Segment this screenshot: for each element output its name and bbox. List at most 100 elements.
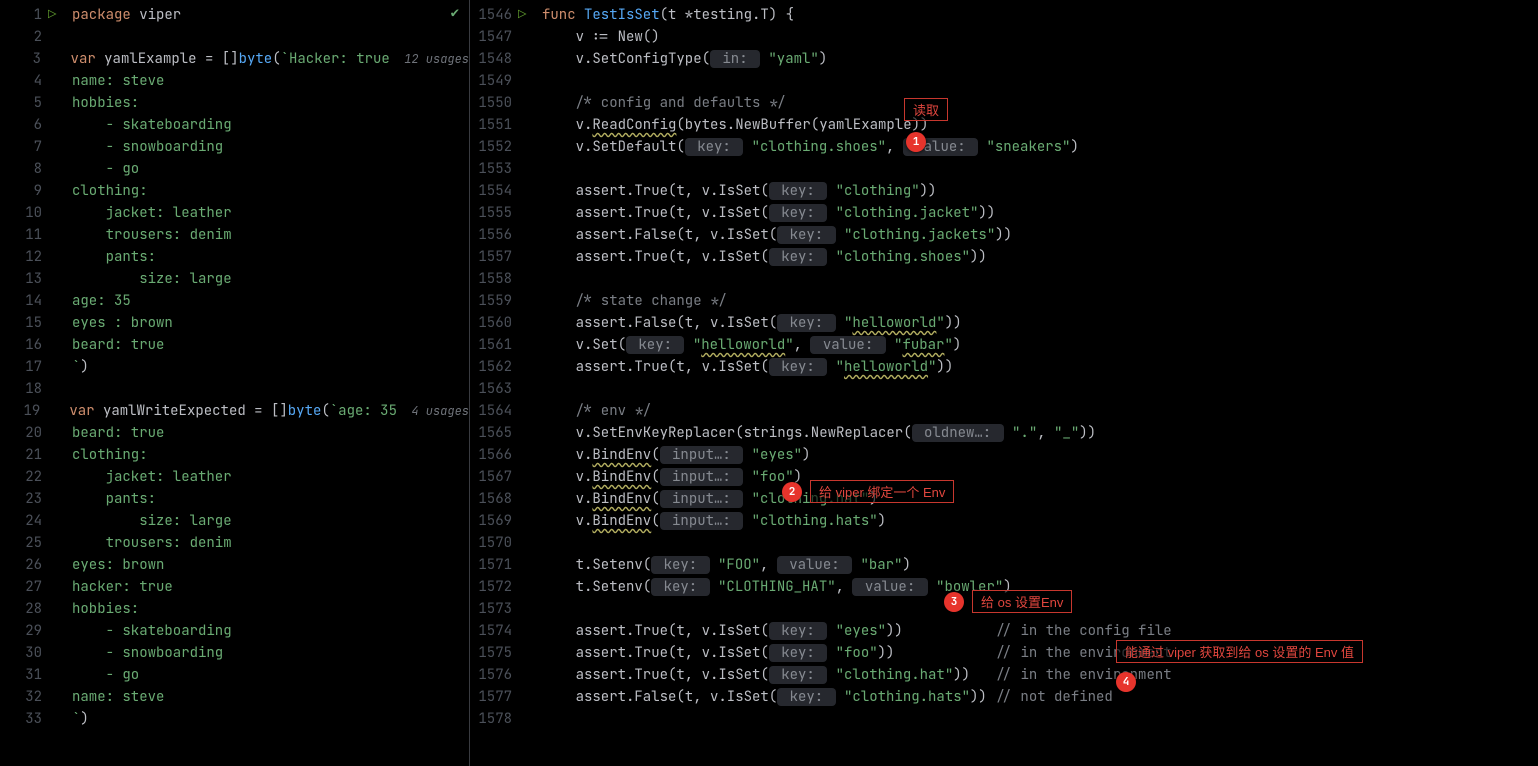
code-content[interactable]: name: steve xyxy=(72,688,469,706)
code-line[interactable]: 1557 assert.True(t, v.IsSet( key: "cloth… xyxy=(470,248,1538,270)
code-line[interactable]: 1564 /* env */ xyxy=(470,402,1538,424)
code-line[interactable]: 1558 xyxy=(470,270,1538,292)
code-line[interactable]: 11 trousers: denim xyxy=(0,226,469,248)
code-line[interactable]: 1572 t.Setenv( key: "CLOTHING_HAT", valu… xyxy=(470,578,1538,600)
code-line[interactable]: 1563 xyxy=(470,380,1538,402)
code-line[interactable]: 17`) xyxy=(0,358,469,380)
code-content[interactable]: assert.False(t, v.IsSet( key: "clothing.… xyxy=(542,226,1538,244)
code-line[interactable]: 1569 v.BindEnv( input…: "clothing.hats") xyxy=(470,512,1538,534)
code-content[interactable]: t.Setenv( key: "FOO", value: "bar") xyxy=(542,556,1538,574)
code-content[interactable]: v.BindEnv( input…: "clothing.hat") xyxy=(542,490,1538,508)
code-line[interactable]: 4name: steve xyxy=(0,72,469,94)
code-line[interactable]: 16beard: true xyxy=(0,336,469,358)
code-line[interactable]: 1577 assert.False(t, v.IsSet( key: "clot… xyxy=(470,688,1538,710)
code-line[interactable]: 1570 xyxy=(470,534,1538,556)
code-content[interactable]: beard: true xyxy=(72,336,469,354)
code-line[interactable]: 1▷package viper xyxy=(0,6,469,28)
code-line[interactable]: 5hobbies: xyxy=(0,94,469,116)
code-content[interactable]: assert.True(t, v.IsSet( key: "clothing.h… xyxy=(542,666,1538,684)
code-line[interactable]: 3var yamlExample = []byte(`Hacker: true … xyxy=(0,50,469,72)
code-content[interactable]: assert.False(t, v.IsSet( key: "helloworl… xyxy=(542,314,1538,332)
code-line[interactable]: 27hacker: true xyxy=(0,578,469,600)
code-line[interactable]: 1573 xyxy=(470,600,1538,622)
code-content[interactable]: hobbies: xyxy=(72,600,469,618)
code-content[interactable]: `) xyxy=(72,710,469,728)
code-content[interactable]: assert.False(t, v.IsSet( key: "clothing.… xyxy=(542,688,1538,706)
code-content[interactable]: assert.True(t, v.IsSet( key: "foo")) // … xyxy=(542,644,1538,662)
code-content[interactable]: clothing: xyxy=(72,182,469,200)
code-line[interactable]: 31 - go xyxy=(0,666,469,688)
code-line[interactable]: 12 pants: xyxy=(0,248,469,270)
code-content[interactable]: pants: xyxy=(72,490,469,508)
code-content[interactable]: v.Set( key: "helloworld", value: "fubar"… xyxy=(542,336,1538,354)
code-content[interactable]: - skateboarding xyxy=(72,622,469,640)
run-icon[interactable]: ▷ xyxy=(518,6,526,24)
code-content[interactable]: jacket: leather xyxy=(72,204,469,222)
code-content[interactable]: hobbies: xyxy=(72,94,469,112)
code-content[interactable]: pants: xyxy=(72,248,469,266)
code-line[interactable]: 1575 assert.True(t, v.IsSet( key: "foo")… xyxy=(470,644,1538,666)
code-line[interactable]: 26eyes: brown xyxy=(0,556,469,578)
code-content[interactable]: assert.True(t, v.IsSet( key: "clothing.s… xyxy=(542,248,1538,266)
code-content[interactable]: var yamlExample = []byte(`Hacker: true 1… xyxy=(71,50,469,68)
code-line[interactable]: 1561 v.Set( key: "helloworld", value: "f… xyxy=(470,336,1538,358)
code-line[interactable]: 19var yamlWriteExpected = []byte(`age: 3… xyxy=(0,402,469,424)
code-line[interactable]: 1555 assert.True(t, v.IsSet( key: "cloth… xyxy=(470,204,1538,226)
code-line[interactable]: 1568 v.BindEnv( input…: "clothing.hat") xyxy=(470,490,1538,512)
code-line[interactable]: 1548 v.SetConfigType( in: "yaml") xyxy=(470,50,1538,72)
code-content[interactable]: v := New() xyxy=(542,28,1538,46)
usage-hint[interactable]: 4 usages xyxy=(397,403,469,419)
code-content[interactable]: v.BindEnv( input…: "clothing.hats") xyxy=(542,512,1538,530)
code-line[interactable]: 1566 v.BindEnv( input…: "eyes") xyxy=(470,446,1538,468)
code-content[interactable]: func TestIsSet(t *testing.T) { xyxy=(542,6,1538,24)
code-content[interactable]: `) xyxy=(72,358,469,376)
code-line[interactable]: 1571 t.Setenv( key: "FOO", value: "bar") xyxy=(470,556,1538,578)
code-line[interactable]: 1549 xyxy=(470,72,1538,94)
code-line[interactable]: 1560 assert.False(t, v.IsSet( key: "hell… xyxy=(470,314,1538,336)
code-line[interactable]: 1576 assert.True(t, v.IsSet( key: "cloth… xyxy=(470,666,1538,688)
code-line[interactable]: 1562 assert.True(t, v.IsSet( key: "hello… xyxy=(470,358,1538,380)
code-content[interactable]: var yamlWriteExpected = []byte(`age: 35 … xyxy=(69,402,469,420)
code-content[interactable]: clothing: xyxy=(72,446,469,464)
code-line[interactable]: 7 - snowboarding xyxy=(0,138,469,160)
code-line[interactable]: 23 pants: xyxy=(0,490,469,512)
code-content[interactable]: beard: true xyxy=(72,424,469,442)
code-line[interactable]: 9clothing: xyxy=(0,182,469,204)
code-line[interactable]: 1559 /* state change */ xyxy=(470,292,1538,314)
code-content[interactable]: - go xyxy=(72,666,469,684)
code-content[interactable]: size: large xyxy=(72,270,469,288)
code-content[interactable]: v.ReadConfig(bytes.NewBuffer(yamlExample… xyxy=(542,116,1538,134)
code-content[interactable]: v.BindEnv( input…: "eyes") xyxy=(542,446,1538,464)
code-line[interactable]: 29 - skateboarding xyxy=(0,622,469,644)
code-content[interactable]: age: 35 xyxy=(72,292,469,310)
code-line[interactable]: 15eyes : brown xyxy=(0,314,469,336)
code-content[interactable]: trousers: denim xyxy=(72,534,469,552)
run-icon[interactable]: ▷ xyxy=(48,6,56,24)
code-content[interactable]: assert.True(t, v.IsSet( key: "eyes")) //… xyxy=(542,622,1538,640)
code-line[interactable]: 32name: steve xyxy=(0,688,469,710)
code-line[interactable]: 33`) xyxy=(0,710,469,732)
code-content[interactable]: assert.True(t, v.IsSet( key: "clothing.j… xyxy=(542,204,1538,222)
code-line[interactable]: 1552 v.SetDefault( key: "clothing.shoes"… xyxy=(470,138,1538,160)
code-line[interactable]: 20beard: true xyxy=(0,424,469,446)
code-line[interactable]: 30 - snowboarding xyxy=(0,644,469,666)
code-line[interactable]: 1547 v := New() xyxy=(470,28,1538,50)
code-content[interactable]: /* config and defaults */ xyxy=(542,94,1538,112)
code-line[interactable]: 1574 assert.True(t, v.IsSet( key: "eyes"… xyxy=(470,622,1538,644)
code-line[interactable]: 1556 assert.False(t, v.IsSet( key: "clot… xyxy=(470,226,1538,248)
code-line[interactable]: 13 size: large xyxy=(0,270,469,292)
code-content[interactable]: hacker: true xyxy=(72,578,469,596)
code-content[interactable]: name: steve xyxy=(72,72,469,90)
usage-hint[interactable]: 12 usages xyxy=(390,51,469,67)
code-content[interactable]: - snowboarding xyxy=(72,138,469,156)
code-content[interactable]: t.Setenv( key: "CLOTHING_HAT", value: "b… xyxy=(542,578,1538,596)
code-line[interactable]: 24 size: large xyxy=(0,512,469,534)
code-content[interactable]: v.SetConfigType( in: "yaml") xyxy=(542,50,1538,68)
code-line[interactable]: 1567 v.BindEnv( input…: "foo") xyxy=(470,468,1538,490)
code-content[interactable]: - snowboarding xyxy=(72,644,469,662)
code-line[interactable]: 21clothing: xyxy=(0,446,469,468)
code-line[interactable]: 22 jacket: leather xyxy=(0,468,469,490)
code-content[interactable]: package viper xyxy=(72,6,469,24)
code-content[interactable]: - go xyxy=(72,160,469,178)
code-content[interactable]: v.SetEnvKeyReplacer(strings.NewReplacer(… xyxy=(542,424,1538,442)
